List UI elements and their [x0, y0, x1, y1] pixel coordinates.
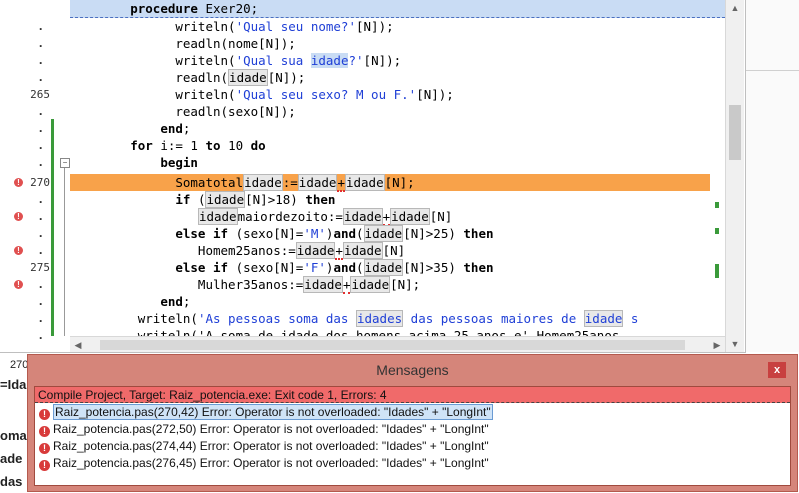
- horizontal-scrollbar[interactable]: ◀ ▶: [70, 336, 725, 352]
- code-line: writeln('Qual seu nome?'[N]);: [70, 19, 394, 34]
- line-dot: .: [37, 139, 44, 152]
- compile-summary[interactable]: Compile Project, Target: Raiz_potencia.e…: [35, 387, 790, 403]
- messages-title: Mensagens: [376, 362, 449, 378]
- error-marker-icon: !: [14, 246, 23, 255]
- code-line: else if (sexo[N]='M')and(idade[N]>25) th…: [175, 225, 494, 242]
- message-item[interactable]: ! Raiz_potencia.pas(276,45) Error: Operat…: [39, 455, 489, 472]
- gutter-line: .: [0, 18, 62, 35]
- messages-list[interactable]: Compile Project, Target: Raiz_potencia.e…: [34, 386, 791, 486]
- gutter-line: .: [0, 310, 62, 327]
- vertical-scrollbar[interactable]: ▲ ▼: [725, 0, 744, 352]
- line-dot: .: [37, 37, 44, 50]
- line-dot: .: [37, 210, 44, 223]
- change-marker: [715, 202, 719, 208]
- side-panel: [746, 0, 799, 352]
- code-line: Mulher35anos:=idade+idade[N];: [70, 276, 421, 294]
- code-line: idademaiordezoito:=idade+idade[N]: [197, 208, 453, 226]
- line-dot: .: [37, 227, 44, 240]
- line-dot: .: [37, 244, 44, 257]
- code-line: end;: [160, 121, 191, 136]
- line-dot: .: [37, 193, 44, 206]
- side-panel-divider: [746, 70, 799, 71]
- code-line: else if (sexo[N]='F')and(idade[N]>35) th…: [175, 259, 494, 276]
- gutter-line: 265: [0, 86, 62, 103]
- code-line: readln(sexo[N]);: [70, 104, 296, 119]
- line-number: 265: [30, 88, 50, 101]
- code-line: Homem25anos:=idade+idade[N]: [70, 242, 406, 260]
- code-line-error: Somatotalidade:=idade+idade[N];: [70, 174, 710, 192]
- line-dot: .: [37, 295, 44, 308]
- line-dot: .: [37, 105, 44, 118]
- background-text: das: [0, 474, 23, 489]
- vertical-scroll-thumb[interactable]: [729, 105, 741, 160]
- code-editor[interactable]: − .... 265....! 270.!..!. 275!.... procedur…: [0, 0, 746, 353]
- change-marker: [715, 228, 719, 234]
- change-marker: [715, 264, 719, 278]
- message-item[interactable]: ! Raiz_potencia.pas(274,44) Error: Operat…: [39, 438, 489, 455]
- scroll-down-icon[interactable]: ▼: [726, 336, 744, 352]
- code-line: end;: [160, 294, 191, 309]
- error-icon: !: [39, 409, 50, 420]
- line-dot: .: [37, 329, 44, 342]
- error-marker-icon: !: [14, 178, 23, 187]
- scroll-left-icon[interactable]: ◀: [70, 337, 86, 352]
- gutter-line: !.: [0, 276, 62, 293]
- message-item[interactable]: ! Raiz_potencia.pas(272,50) Error: Operat…: [39, 421, 489, 438]
- messages-window: Mensagens x Compile Project, Target: Rai…: [27, 354, 798, 492]
- line-dot: .: [37, 122, 44, 135]
- gutter-line: .: [0, 35, 62, 52]
- error-marker-icon: !: [14, 280, 23, 289]
- code-line: readln(nome[N]);: [70, 36, 296, 51]
- gutter-line: .: [0, 293, 62, 310]
- gutter-line: .: [0, 69, 62, 86]
- gutter-line: [0, 0, 62, 17]
- horizontal-scroll-thumb[interactable]: [100, 340, 685, 350]
- code-line: writeln('Qual seu sexo? M ou F.'[N]);: [70, 87, 454, 102]
- error-icon: !: [39, 443, 50, 454]
- gutter-line: .: [0, 225, 62, 242]
- gutter-line: ! 270: [0, 174, 62, 191]
- code-line: if (idade[N]>18) then: [175, 191, 336, 208]
- gutter-line: !.: [0, 242, 62, 259]
- line-number: 275: [30, 261, 50, 274]
- gutter-line: !.: [0, 208, 62, 225]
- error-marker-icon: !: [14, 212, 23, 221]
- code-line: for i:= 1 to 10 do: [130, 138, 266, 153]
- scroll-right-icon[interactable]: ▶: [709, 337, 725, 352]
- scroll-up-icon[interactable]: ▲: [726, 0, 744, 16]
- code-line-current: procedure Exer20;: [70, 0, 725, 18]
- code-line: readln(idade[N]);: [70, 69, 306, 86]
- code-line: writeln('Qual sua idade?'[N]);: [70, 53, 402, 68]
- message-item[interactable]: ! Raiz_potencia.pas(270,42) Error: Operat…: [39, 404, 493, 421]
- line-number: 270: [30, 176, 50, 189]
- line-dot: .: [37, 20, 44, 33]
- code-line: writeln('As pessoas soma das idades das …: [70, 310, 639, 327]
- gutter-line: .: [0, 154, 62, 171]
- gutter-line: .: [0, 137, 62, 154]
- line-dot: .: [37, 54, 44, 67]
- gutter-line: .: [0, 52, 62, 69]
- close-icon[interactable]: x: [768, 362, 786, 378]
- code-line: writeln('A soma de idade dos homens acim…: [70, 328, 627, 336]
- line-dot: .: [37, 156, 44, 169]
- line-dot: .: [37, 312, 44, 325]
- background-text: =Ida: [0, 377, 27, 392]
- line-dot: .: [37, 71, 44, 84]
- error-icon: !: [39, 460, 50, 471]
- gutter-line: 275: [0, 259, 62, 276]
- fold-guide: [64, 168, 65, 336]
- code-area[interactable]: procedure Exer20; writeln('Qual seu nome…: [70, 0, 725, 352]
- gutter-line: .: [0, 327, 62, 344]
- gutter-line: .: [0, 120, 62, 137]
- background-text: oma: [0, 428, 27, 443]
- gutter-line: .: [0, 191, 62, 208]
- error-icon: !: [39, 426, 50, 437]
- background-text: ade: [0, 451, 23, 466]
- line-dot: .: [37, 278, 44, 291]
- status-line-number: 270: [10, 359, 29, 371]
- code-line: begin: [160, 155, 198, 170]
- gutter-line: .: [0, 103, 62, 120]
